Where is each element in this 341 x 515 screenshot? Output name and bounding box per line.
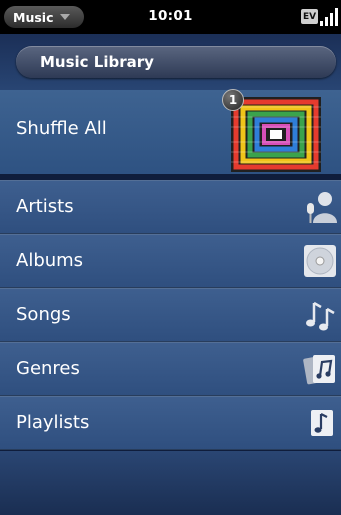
menu-item-label: Playlists — [16, 412, 90, 433]
genres-icon — [303, 352, 337, 386]
menu-item-genres[interactable]: Genres — [0, 342, 341, 396]
menu-item-label: Genres — [16, 358, 80, 379]
network-badge: EV — [301, 9, 318, 24]
clock: 10:01 — [148, 8, 193, 24]
shuffle-all-label: Shuffle All — [16, 118, 107, 139]
menu-item-albums[interactable]: Albums — [0, 234, 341, 288]
menu-item-artists[interactable]: Artists — [0, 180, 341, 234]
page-title: Music Library — [16, 46, 336, 78]
artists-icon — [303, 190, 337, 224]
list-footer — [0, 451, 341, 515]
status-bar: Music 10:01 EV — [0, 0, 341, 34]
signal-strength-icon — [320, 8, 338, 26]
songs-icon — [303, 298, 337, 332]
album-art[interactable] — [231, 97, 321, 172]
playlists-icon — [303, 406, 337, 440]
menu-item-label: Songs — [16, 304, 71, 325]
menu-item-label: Artists — [16, 196, 74, 217]
menu-item-playlists[interactable]: Playlists — [0, 396, 341, 450]
menu-item-songs[interactable]: Songs — [0, 288, 341, 342]
albums-icon — [303, 244, 337, 278]
count-badge: 1 — [222, 89, 244, 111]
menu-item-label: Albums — [16, 250, 84, 271]
